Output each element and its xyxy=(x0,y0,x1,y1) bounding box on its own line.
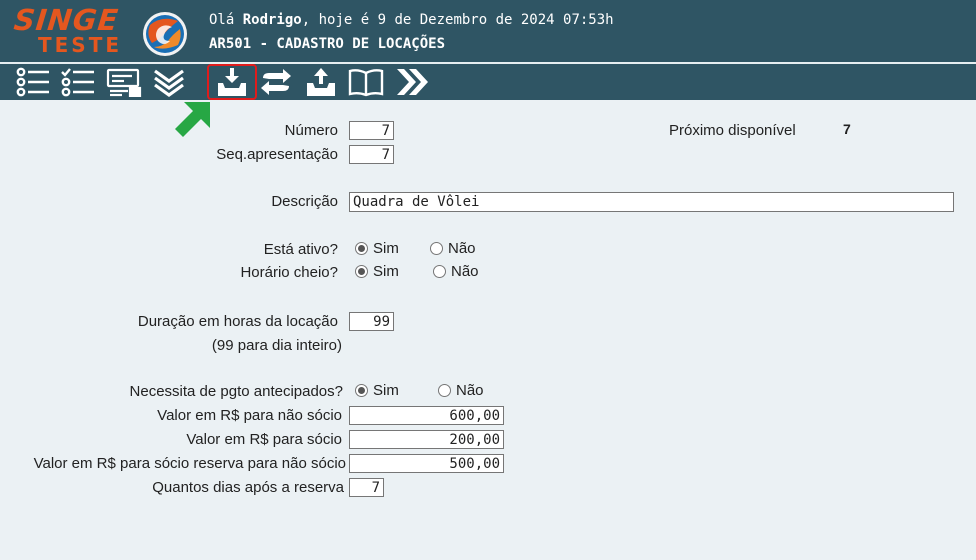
greeting-text: Olá Rodrigo, hoje é 9 de Dezembro de 202… xyxy=(209,12,614,28)
save-download-icon xyxy=(218,68,246,96)
checklist-icon xyxy=(61,68,94,97)
page-title: AR501 - CADASTRO DE LOCAÇÕES xyxy=(209,36,446,52)
checklist-button[interactable] xyxy=(59,66,97,98)
seq-input[interactable] xyxy=(349,145,394,164)
annotation-arrow-icon xyxy=(175,102,210,137)
valor-socio-input[interactable] xyxy=(349,430,504,449)
chevron-double-down-icon xyxy=(154,69,184,97)
numero-label: Número xyxy=(284,122,338,139)
duracao-input[interactable] xyxy=(349,312,394,331)
pgto-label: Necessita de pgto antecipados? xyxy=(129,383,343,400)
horario-label: Horário cheio? xyxy=(240,264,338,281)
descricao-label: Descrição xyxy=(271,193,338,210)
valor-socio-label: Valor em R$ para sócio xyxy=(186,431,342,448)
expand-down-button[interactable] xyxy=(150,66,188,98)
ativo-sim-radio[interactable]: Sim xyxy=(355,240,399,257)
form-button[interactable] xyxy=(105,66,143,98)
horario-sim-radio[interactable]: Sim xyxy=(355,263,399,280)
brand-globe-icon xyxy=(143,12,187,56)
proximo-value: 7 xyxy=(843,121,851,137)
valor-reserva-input[interactable] xyxy=(349,454,504,473)
swap-button[interactable] xyxy=(257,66,295,98)
logo-main-text: SINGE xyxy=(12,3,121,37)
manual-button[interactable] xyxy=(347,66,385,98)
radio-dot xyxy=(355,384,368,397)
book-icon xyxy=(348,69,384,97)
valor-nao-socio-label: Valor em R$ para não sócio xyxy=(157,407,342,424)
valor-nao-socio-input[interactable] xyxy=(349,406,504,425)
duracao-label: Duração em horas da locação xyxy=(137,313,338,330)
logo-sub-text: TESTE xyxy=(38,33,123,57)
seq-label: Seq.apresentação xyxy=(216,146,338,163)
ativo-nao-radio[interactable]: Não xyxy=(430,240,476,257)
duracao-hint: (99 para dia inteiro) xyxy=(211,337,342,354)
upload-icon xyxy=(307,68,335,96)
horario-nao-radio[interactable]: Não xyxy=(433,263,479,280)
radio-dot xyxy=(430,242,443,255)
save-button[interactable] xyxy=(207,64,257,100)
toolbar xyxy=(0,64,976,100)
upload-button[interactable] xyxy=(302,66,340,98)
form-icon xyxy=(106,68,142,97)
numero-input[interactable] xyxy=(349,121,394,140)
chevron-double-right-icon xyxy=(397,69,428,95)
radio-dot xyxy=(438,384,451,397)
swap-arrows-icon xyxy=(261,69,291,95)
pgto-nao-radio[interactable]: Não xyxy=(438,382,484,399)
valor-reserva-label: Valor em R$ para sócio reserva para não … xyxy=(33,455,346,472)
dias-input[interactable] xyxy=(349,478,384,497)
app-header: SINGE TESTE Olá Rodrigo, hoje é 9 de Dez… xyxy=(0,0,976,62)
radio-dot xyxy=(355,242,368,255)
next-button[interactable] xyxy=(392,66,430,98)
list-button[interactable] xyxy=(14,66,52,98)
singe-logo: SINGE TESTE xyxy=(12,3,134,57)
proximo-label: Próximo disponível xyxy=(669,122,796,139)
list-icon xyxy=(16,67,49,97)
user-name: Rodrigo xyxy=(242,12,302,28)
descricao-input[interactable] xyxy=(349,192,954,212)
radio-dot xyxy=(355,265,368,278)
dias-label: Quantos dias após a reserva xyxy=(152,479,344,496)
pgto-sim-radio[interactable]: Sim xyxy=(355,382,399,399)
radio-dot xyxy=(433,265,446,278)
ativo-label: Está ativo? xyxy=(263,241,338,258)
